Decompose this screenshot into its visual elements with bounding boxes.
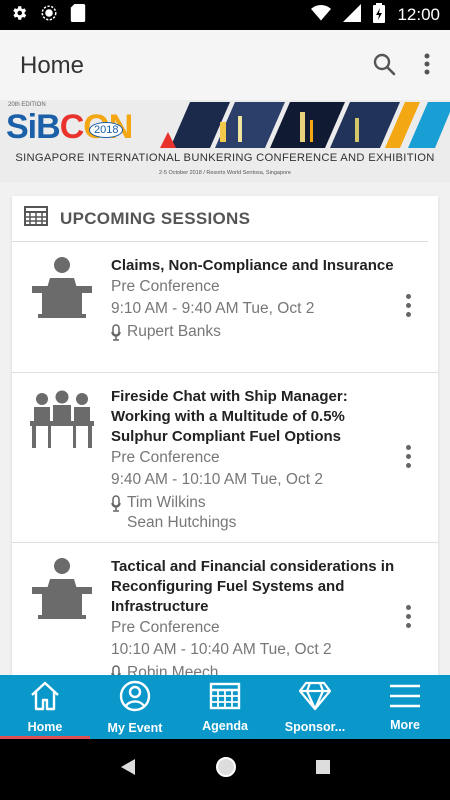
clock-time: 12:00 [397, 5, 440, 24]
calendar-grid-icon [24, 206, 48, 231]
podium-speaker-icon [28, 555, 96, 623]
event-subtitle: SINGAPORE INTERNATIONAL BUNKERING CONFER… [15, 152, 435, 164]
session-time: 9:10 AM - 9:40 AM Tue, Oct 2 [111, 300, 315, 317]
event-banner[interactable]: 20th EDITION SiBCON 2018 SINGAPORE INTER… [0, 100, 450, 182]
session-more-icon[interactable] [406, 445, 412, 472]
skyline-graphic [160, 102, 450, 148]
microphone-icon [111, 493, 121, 518]
session-title: Claims, Non-Compliance and Insurance [111, 257, 394, 274]
session-item[interactable]: Fireside Chat with Ship Manager: Working… [12, 373, 438, 543]
nav-label: More [390, 717, 420, 732]
session-time: 9:40 AM - 10:10 AM Tue, Oct 2 [111, 471, 323, 488]
session-track: Pre Conference [111, 278, 220, 295]
section-header: UPCOMING SESSIONS [12, 196, 428, 242]
session-more-icon[interactable] [406, 605, 412, 632]
speaker-name[interactable]: Rupert Banks [127, 322, 221, 342]
session-item[interactable]: Claims, Non-Compliance and Insurance Pre… [12, 242, 438, 373]
nav-home[interactable]: Home [0, 675, 90, 739]
podium-speaker-icon [28, 254, 96, 322]
app-bar: Home [0, 30, 450, 102]
battery-icon [373, 2, 386, 28]
section-title: UPCOMING SESSIONS [60, 208, 251, 228]
microphone-icon [111, 322, 121, 347]
session-speakers: Rupert Banks [111, 322, 398, 347]
search-icon[interactable] [372, 52, 396, 81]
system-navigation-bar [0, 739, 450, 800]
session-title: Tactical and Financial considerations in… [111, 558, 395, 615]
session-title: Fireside Chat with Ship Manager: Working… [111, 388, 348, 445]
nav-my-event[interactable]: My Event [90, 675, 180, 739]
sd-card-icon [70, 3, 86, 27]
nav-agenda[interactable]: Agenda [180, 675, 270, 739]
upcoming-sessions-card: UPCOMING SESSIONS Claims, Non-Compliance… [12, 196, 438, 676]
panel-discussion-icon [28, 385, 96, 453]
nav-label: Agenda [202, 718, 248, 733]
back-icon[interactable] [119, 758, 137, 781]
diamond-icon [298, 681, 332, 716]
session-speakers: Tim Wilkins Sean Hutchings [111, 493, 398, 533]
nav-label: My Event [107, 720, 163, 735]
event-venue: 2-5 October 2018 / Resorts World Sentosa… [159, 170, 291, 176]
home-circle-icon[interactable] [215, 756, 237, 783]
session-more-icon[interactable] [406, 294, 412, 321]
hamburger-icon [389, 683, 421, 714]
wifi-icon [311, 4, 332, 26]
session-track: Pre Conference [111, 449, 220, 466]
bottom-navigation: Home My Event Agenda Sponsor... More [0, 675, 450, 739]
overflow-menu-icon[interactable] [424, 52, 430, 81]
session-track: Pre Conference [111, 619, 220, 636]
calendar-icon [209, 682, 241, 715]
session-item[interactable]: Tactical and Financial considerations in… [12, 543, 438, 676]
sync-icon [40, 4, 58, 27]
signal-icon [343, 3, 362, 27]
nav-sponsors[interactable]: Sponsor... [270, 675, 360, 739]
person-icon [119, 680, 151, 717]
settings-gear-icon [10, 4, 28, 27]
page-title: Home [20, 52, 85, 79]
recents-icon[interactable] [315, 759, 331, 780]
speaker-name[interactable]: Tim Wilkins [127, 493, 236, 513]
status-bar: 12:00 [0, 0, 450, 30]
nav-more[interactable]: More [360, 675, 450, 739]
nav-label: Home [27, 719, 63, 734]
home-icon [29, 681, 61, 716]
session-time: 10:10 AM - 10:40 AM Tue, Oct 2 [111, 641, 332, 658]
nav-label: Sponsor... [284, 719, 346, 734]
speaker-name[interactable]: Sean Hutchings [127, 513, 236, 533]
